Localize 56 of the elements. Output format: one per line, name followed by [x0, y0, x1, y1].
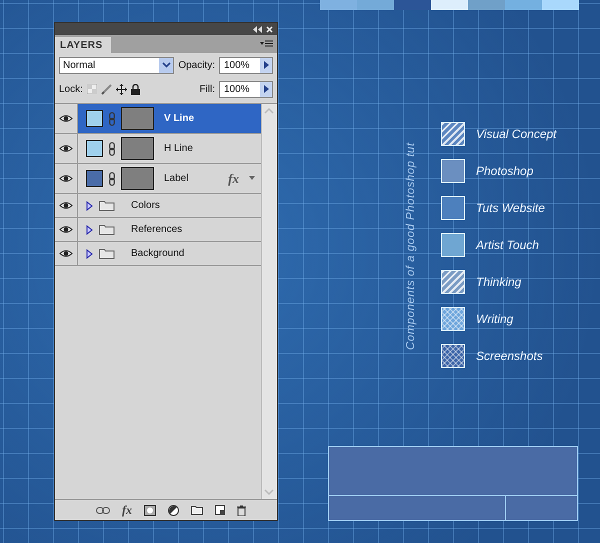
mask-icon[interactable]	[144, 504, 156, 516]
legend-label: Thinking	[476, 275, 522, 289]
fill-field[interactable]: 100%	[219, 80, 273, 98]
folder-icon	[99, 248, 115, 259]
new-layer-icon[interactable]	[215, 505, 225, 515]
eye-icon[interactable]	[59, 201, 73, 210]
legend-label: Tuts Website	[476, 201, 545, 215]
eye-icon[interactable]	[59, 174, 73, 183]
adjustment-icon[interactable]	[168, 504, 179, 516]
blend-mode-dropdown[interactable]: Normal	[59, 56, 174, 74]
eye-icon[interactable]	[59, 114, 73, 123]
arrow-right-icon	[264, 61, 268, 69]
legend-title: Components of a good Photoshop tut	[405, 141, 417, 352]
eye-icon[interactable]	[59, 225, 73, 234]
move-icon[interactable]	[116, 84, 127, 94]
layer-thumbnail	[121, 107, 154, 130]
chevron-down-icon	[162, 62, 171, 68]
lock-label: Lock:	[59, 84, 83, 94]
eye-icon[interactable]	[59, 249, 73, 258]
lock-icon[interactable]	[130, 84, 140, 94]
panel-menu-icon[interactable]	[260, 40, 273, 48]
opacity-field[interactable]: 100%	[219, 56, 273, 74]
expand-triangle-icon[interactable]	[86, 224, 93, 234]
layer-row[interactable]: H Line	[78, 134, 261, 163]
eye-icon[interactable]	[59, 144, 73, 153]
trash-icon[interactable]	[237, 504, 246, 516]
fx-button[interactable]: fx	[122, 502, 132, 518]
layer-row[interactable]: V Line	[78, 104, 261, 133]
layer-row[interactable]: Label fx	[78, 164, 261, 193]
legend-label: Writing	[476, 312, 514, 326]
legend-label: Artist Touch	[476, 238, 539, 252]
brush-icon[interactable]	[100, 84, 112, 94]
expand-triangle-icon[interactable]	[86, 248, 93, 258]
layer-thumbnail	[121, 137, 154, 160]
close-icon[interactable]	[266, 26, 273, 32]
folder-icon	[99, 224, 115, 235]
link-icon	[109, 172, 115, 186]
collapse-icon[interactable]	[253, 26, 262, 32]
folder-icon[interactable]	[191, 506, 203, 514]
layer-thumbnail	[121, 167, 154, 190]
legend-label: Photoshop	[476, 164, 534, 178]
fill-label: Fill:	[199, 84, 215, 94]
link-icon	[109, 112, 115, 126]
group-row[interactable]: References	[78, 218, 261, 241]
legend-label: Visual Concept	[476, 127, 556, 141]
group-row[interactable]: Colors	[78, 194, 261, 217]
opacity-label: Opacity:	[178, 60, 215, 70]
layers-tab[interactable]: LAYERS	[55, 37, 111, 53]
link-icon[interactable]	[96, 506, 110, 514]
fx-label[interactable]: fx	[228, 170, 239, 186]
arrow-right-icon	[264, 85, 268, 93]
folder-icon	[99, 200, 115, 211]
expand-triangle-icon[interactable]	[86, 200, 93, 210]
group-row[interactable]: Background	[78, 242, 261, 265]
link-icon	[109, 142, 115, 156]
legend-label: Screenshots	[476, 349, 543, 363]
